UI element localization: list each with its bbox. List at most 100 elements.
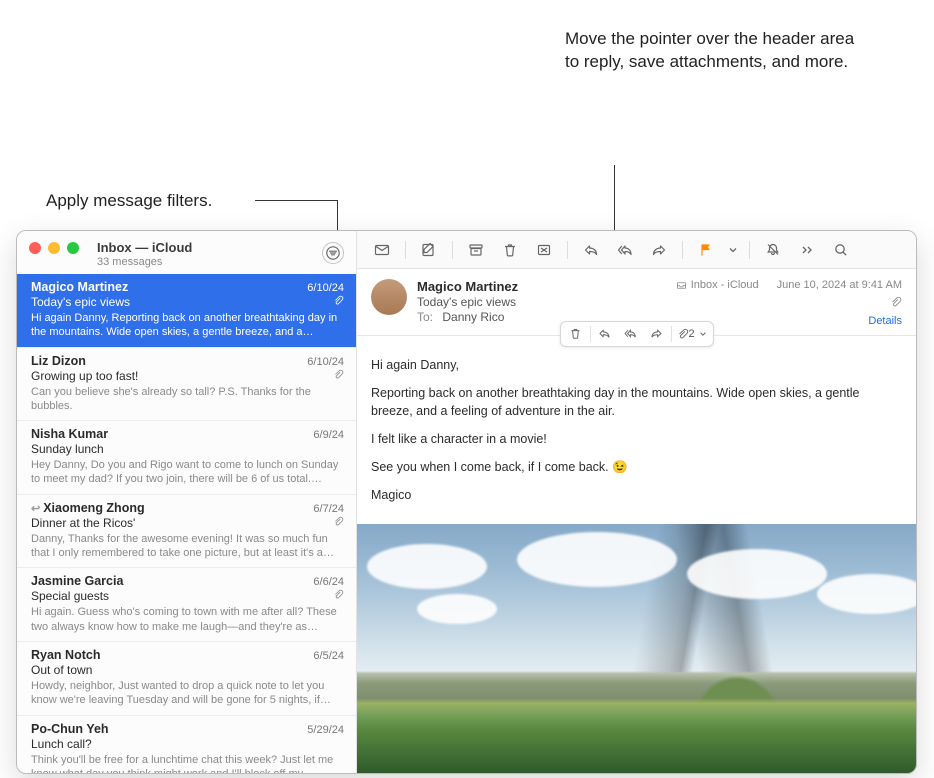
message-list[interactable]: Magico Martinez 6/10/24 Today's epic views…: [17, 274, 356, 773]
junk-button[interactable]: [529, 238, 559, 262]
body-line: See you when I come back, if I come back…: [371, 458, 902, 476]
attachment-image[interactable]: [357, 524, 916, 773]
hover-reply-button[interactable]: [591, 323, 617, 345]
compose-icon: [421, 242, 437, 258]
message-sender: Jasmine Garcia: [31, 574, 123, 588]
filter-button[interactable]: [322, 242, 344, 264]
reply-all-icon: [624, 327, 637, 340]
message-row[interactable]: Jasmine Garcia6/6/24Special guestsHi aga…: [17, 568, 356, 642]
toolbar: [357, 231, 916, 269]
header-to-label: To:: [417, 310, 433, 324]
message-preview: Think you'll be free for a lunchtime cha…: [31, 753, 344, 773]
sender-avatar: [371, 279, 407, 315]
archive-icon: [468, 242, 484, 258]
paperclip-icon: [333, 516, 344, 530]
message-header[interactable]: Magico Martinez Today's epic views To: D…: [357, 269, 916, 336]
chevron-down-icon: [699, 330, 707, 338]
chevron-down-icon: [728, 245, 738, 255]
delete-button[interactable]: [495, 238, 525, 262]
mail-window: Inbox — iCloud 33 messages Magico Martin…: [16, 230, 917, 774]
reply-icon: [583, 242, 599, 258]
header-subject: Today's epic views: [417, 295, 666, 309]
message-subject: Today's epic views: [31, 295, 130, 309]
reply-icon: [598, 327, 611, 340]
mailbox-subtitle: 33 messages: [97, 256, 314, 268]
paperclip-icon: [333, 295, 344, 309]
message-date: 6/5/24: [313, 650, 344, 662]
callout-hover: Move the pointer over the header area to…: [565, 28, 855, 74]
message-row[interactable]: Liz Dizon 6/10/24 Growing up too fast! Can …: [17, 348, 356, 422]
trash-icon: [502, 242, 518, 258]
minimize-window-button[interactable]: [48, 242, 60, 254]
body-line: Reporting back on another breathtaking d…: [371, 384, 902, 420]
message-sender: Po-Chun Yeh: [31, 722, 109, 736]
body-line: Magico: [371, 486, 902, 504]
message-date: 6/7/24: [313, 503, 344, 515]
forward-icon: [650, 327, 663, 340]
message-subject: Special guests: [31, 589, 109, 603]
reply-all-button[interactable]: [610, 238, 640, 262]
message-subject: Growing up too fast!: [31, 369, 138, 383]
message-preview: Hi again Danny, Reporting back on anothe…: [31, 311, 344, 340]
paperclip-icon: [676, 328, 688, 340]
message-date: 6/10/24: [307, 282, 344, 294]
message-preview: Howdy, neighbor, Just wanted to drop a q…: [31, 679, 344, 708]
callout-filters: Apply message filters.: [46, 190, 212, 213]
flag-menu-button[interactable]: [725, 238, 741, 262]
hover-reply-all-button[interactable]: [617, 323, 643, 345]
forward-button[interactable]: [644, 238, 674, 262]
replied-icon: ↩: [31, 503, 40, 515]
get-mail-button[interactable]: [367, 238, 397, 262]
mailbox-title: Inbox — iCloud: [97, 240, 314, 255]
message-date: 6/6/24: [313, 576, 344, 588]
flag-button[interactable]: [691, 238, 721, 262]
header-folder-name: Inbox - iCloud: [691, 279, 759, 291]
message-subject: Sunday lunch: [31, 442, 104, 456]
message-sender: Magico Martinez: [31, 280, 128, 294]
message-list-pane: Inbox — iCloud 33 messages Magico Martin…: [17, 231, 357, 773]
message-date: 6/10/24: [307, 356, 344, 368]
message-row[interactable]: Ryan Notch 6/5/24 Out of town Howdy, neighb…: [17, 642, 356, 716]
more-toolbar-button[interactable]: [792, 238, 822, 262]
window-controls: [29, 242, 79, 254]
paperclip-icon: [333, 369, 344, 383]
message-date: 5/29/24: [307, 724, 344, 736]
hover-delete-button[interactable]: [562, 323, 588, 345]
search-icon: [833, 242, 849, 258]
mute-button[interactable]: [758, 238, 788, 262]
compose-button[interactable]: [414, 238, 444, 262]
archive-button[interactable]: [461, 238, 491, 262]
header-from: Magico Martinez: [417, 279, 666, 294]
message-preview: Can you believe she's already so tall? P…: [31, 385, 344, 414]
flag-icon: [698, 242, 714, 258]
hover-attachments-button[interactable]: 2: [672, 323, 710, 345]
hover-forward-button[interactable]: [643, 323, 669, 345]
envelope-icon: [374, 242, 390, 258]
message-subject: Lunch call?: [31, 737, 92, 751]
filter-icon: [325, 245, 341, 261]
message-subject: Out of town: [31, 663, 92, 677]
header-folder: Inbox - iCloud June 10, 2024 at 9:41 AM: [676, 279, 902, 291]
reply-all-icon: [617, 242, 633, 258]
chevrons-right-icon: [800, 245, 814, 255]
message-sender: Liz Dizon: [31, 354, 86, 368]
message-body: Hi again Danny, Reporting back on anothe…: [357, 336, 916, 525]
close-window-button[interactable]: [29, 242, 41, 254]
message-row[interactable]: Nisha Kumar6/9/24Sunday lunchHey Danny, …: [17, 421, 356, 495]
message-sender: Ryan Notch: [31, 648, 100, 662]
message-preview: Danny, Thanks for the awesome evening! I…: [31, 532, 344, 561]
message-row[interactable]: Po-Chun Yeh 5/29/24 Lunch call? Think you'l…: [17, 716, 356, 773]
reply-button[interactable]: [576, 238, 606, 262]
header-date: June 10, 2024 at 9:41 AM: [777, 279, 902, 291]
message-reader: Magico Martinez Today's epic views To: D…: [357, 269, 916, 773]
sidebar-header: Inbox — iCloud 33 messages: [17, 231, 356, 274]
zoom-window-button[interactable]: [67, 242, 79, 254]
message-row[interactable]: ↩Xiaomeng Zhong6/7/24Dinner at the Ricos…: [17, 495, 356, 569]
message-row[interactable]: Magico Martinez 6/10/24 Today's epic views…: [17, 274, 356, 348]
body-line: I felt like a character in a movie!: [371, 430, 902, 448]
message-subject: Dinner at the Ricos': [31, 516, 135, 530]
header-to-name: Danny Rico: [442, 310, 504, 324]
bell-slash-icon: [765, 242, 781, 258]
paperclip-icon: [333, 589, 344, 603]
search-button[interactable]: [826, 238, 856, 262]
